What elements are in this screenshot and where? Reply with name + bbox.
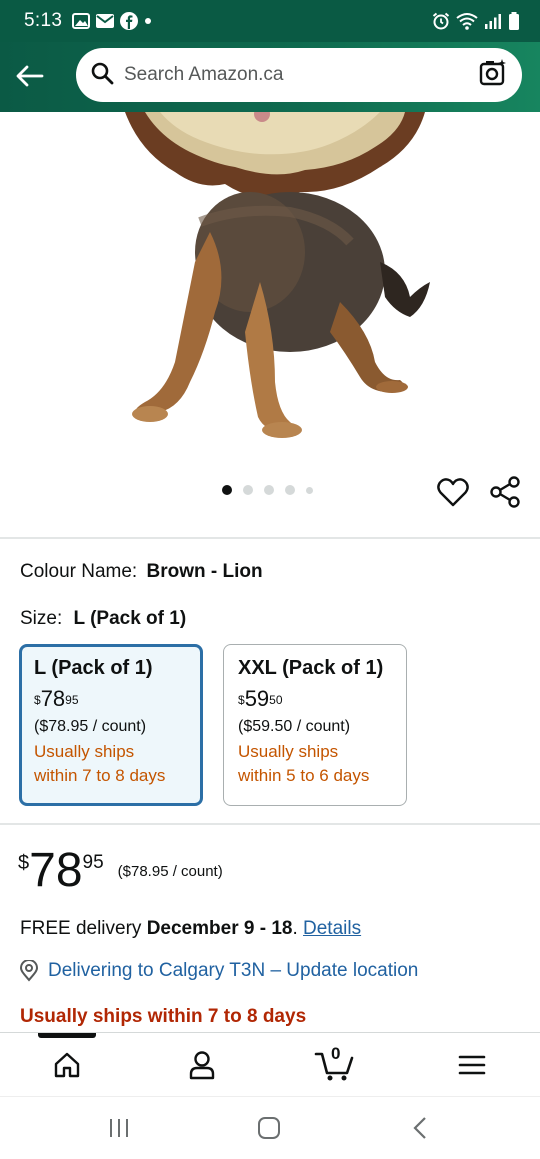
heart-icon [437, 478, 469, 507]
recent-apps-icon [110, 1119, 128, 1137]
share-button[interactable] [488, 475, 524, 509]
divider [0, 537, 540, 539]
size-row: Size: L (Pack of 1) [20, 608, 186, 630]
size-option-shipping: Usually ships within 5 to 6 days [238, 742, 370, 785]
product-price: $ 78 95 ($78.95 / count) [18, 844, 223, 897]
divider [0, 823, 540, 825]
size-option-shipping: Usually ships within 7 to 8 days [34, 742, 166, 785]
gallery-icon [72, 13, 91, 29]
share-icon [490, 476, 520, 508]
arrow-left-icon [16, 65, 44, 87]
size-option-name: L (Pack of 1) [34, 657, 153, 679]
shipping-notice: Usually ships within 7 to 8 days [20, 1006, 307, 1027]
size-value: L (Pack of 1) [73, 608, 187, 629]
mail-icon [96, 14, 115, 28]
colour-name-row: Colour Name: Brown - Lion [20, 561, 263, 583]
search-input[interactable]: Search Amazon.ca [76, 48, 522, 102]
delivery-dates: December 9 - 18 [146, 918, 293, 939]
colour-label: Colour Name: [20, 561, 138, 582]
location-pin-icon [18, 960, 40, 982]
carousel-dot[interactable] [306, 486, 313, 494]
unit-price: ($78.95 / count) [117, 863, 223, 880]
wifi-icon [456, 12, 478, 30]
nav-home[interactable] [47, 1045, 87, 1085]
alarm-icon [432, 12, 450, 30]
update-location-link[interactable]: Delivering to Calgary T3N – Update locat… [48, 960, 418, 982]
bottom-nav: 0 [0, 1032, 540, 1096]
size-option-price: $7895 [34, 686, 79, 711]
carousel-dot[interactable] [264, 485, 274, 495]
nav-cart[interactable]: 0 [312, 1044, 360, 1085]
account-icon [189, 1051, 215, 1080]
signal-icon [484, 13, 502, 29]
home-icon [54, 1052, 80, 1078]
camera-search-icon[interactable] [478, 58, 508, 93]
size-label: Size: [20, 608, 63, 629]
menu-icon [458, 1055, 486, 1075]
search-icon [90, 61, 114, 90]
wishlist-button[interactable] [436, 475, 470, 509]
home-circle-icon [258, 1117, 280, 1139]
cart-count: 0 [331, 1044, 341, 1063]
carousel-dot[interactable] [222, 485, 232, 495]
colour-value: Brown - Lion [146, 561, 263, 582]
product-image[interactable] [0, 112, 540, 472]
back-system-button[interactable] [406, 1113, 436, 1143]
delivery-info: FREE delivery December 9 - 18. Details [20, 918, 362, 939]
search-header: Search Amazon.ca [0, 42, 540, 112]
notification-dot-icon [144, 17, 152, 25]
carousel-dot[interactable] [243, 485, 253, 495]
recent-apps-button[interactable] [104, 1113, 134, 1143]
battery-icon [508, 12, 520, 30]
image-carousel-dots[interactable] [222, 485, 313, 495]
nav-menu[interactable] [452, 1045, 492, 1085]
home-system-button[interactable] [254, 1113, 284, 1143]
system-nav-bar [0, 1096, 540, 1159]
deliver-to-location[interactable]: Delivering to Calgary T3N – Update locat… [18, 960, 418, 982]
chevron-left-icon [413, 1117, 426, 1139]
carousel-dot[interactable] [285, 485, 295, 495]
status-bar: 5:13 [0, 0, 540, 42]
search-placeholder: Search Amazon.ca [124, 64, 284, 85]
status-time: 5:13 [24, 10, 63, 31]
delivery-details-link[interactable]: Details [303, 918, 361, 939]
size-option-xxl[interactable]: XXL (Pack of 1) $5950 ($59.50 / count) U… [223, 644, 407, 806]
size-option-l[interactable]: L (Pack of 1) $7895 ($78.95 / count) Usu… [19, 644, 203, 806]
active-tab-indicator [38, 1033, 96, 1038]
size-option-unit-price: ($78.95 / count) [34, 718, 147, 735]
size-option-unit-price: ($59.50 / count) [238, 718, 351, 735]
size-option-price: $5950 [238, 686, 283, 711]
facebook-icon [120, 12, 139, 30]
nav-account[interactable] [182, 1045, 222, 1085]
back-button[interactable] [12, 58, 48, 94]
size-option-name: XXL (Pack of 1) [238, 657, 384, 679]
